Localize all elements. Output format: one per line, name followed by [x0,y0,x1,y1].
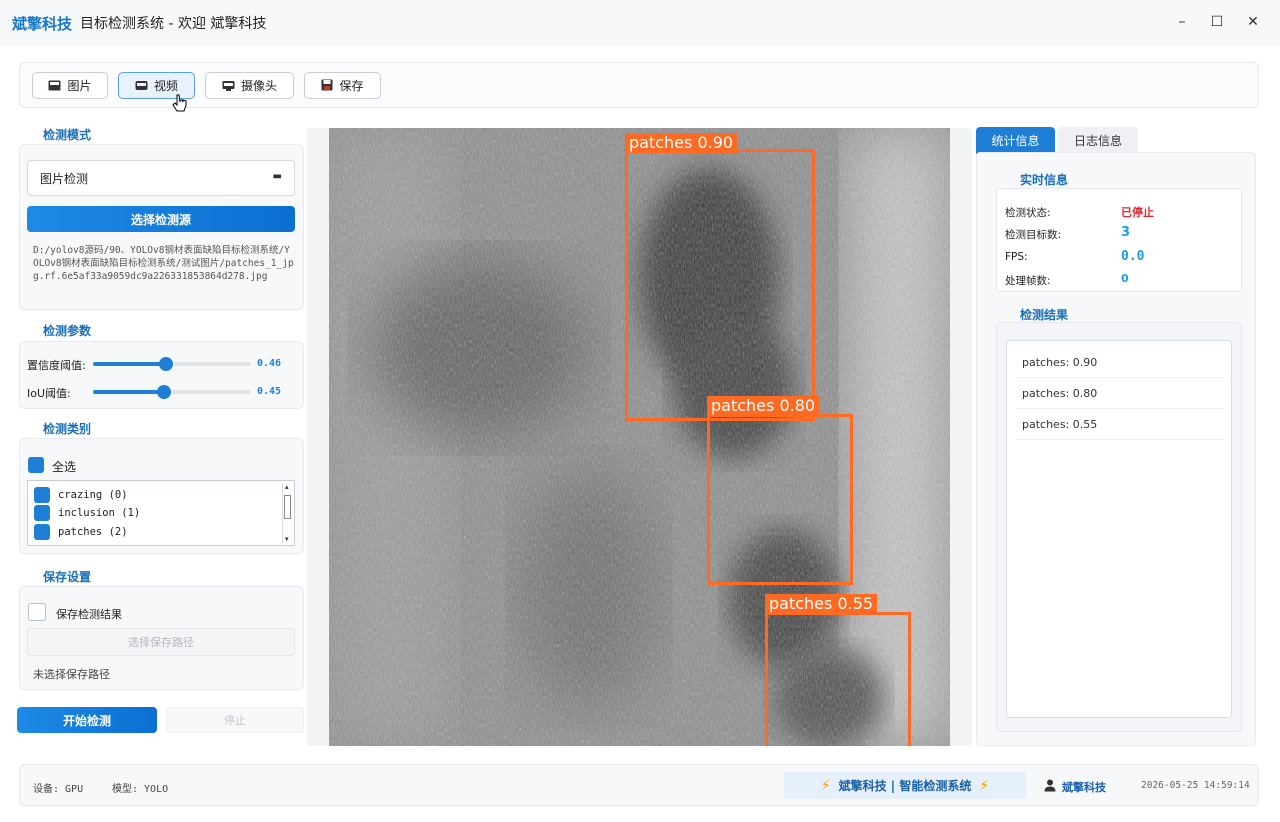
chevron-down-icon: ▬ [272,171,282,182]
list-item[interactable]: patches: 0.90 [1017,347,1225,378]
conf-value: 0.46 [257,358,282,369]
image-icon [48,80,61,90]
detect-mode-title: 检测模式 [43,128,92,142]
image-button[interactable]: 图片 [32,71,108,99]
count-label: 检测目标数: [1005,229,1062,241]
detection-box [765,612,911,746]
class-item-inclusion[interactable]: inclusion (1) [34,505,140,521]
tab-statistics[interactable]: 统计信息 [976,127,1055,154]
minimize-icon: – [1178,14,1186,30]
iou-slider-fill [93,390,165,394]
class-item-label: patches (2) [58,526,128,538]
fps-value: 0.0 [1121,249,1145,264]
params-title: 检测参数 [43,324,92,338]
iou-value: 0.45 [257,386,282,397]
scrollbar-thumb[interactable] [284,495,291,519]
status-label: 检测状态: [1005,207,1051,219]
classes-title: 检测类别 [43,422,92,436]
maximize-icon: ☐ [1210,14,1224,30]
scroll-up-icon[interactable]: ▴ [285,483,289,491]
conf-slider[interactable] [93,357,251,371]
frames-label: 处理帧数: [1005,275,1051,287]
save-settings-title: 保存设置 [43,570,92,584]
save-path-status: 未选择保存路径 [33,668,110,681]
cursor-icon [172,94,187,112]
close-button[interactable]: ✕ [1238,10,1268,34]
iou-slider-handle[interactable] [157,385,172,399]
video-icon [135,80,148,90]
scroll-down-icon[interactable]: ▾ [285,535,289,543]
detection-box [707,414,853,585]
fps-label: FPS: [1005,251,1028,263]
select-all-label: 全选 [52,460,77,474]
title-bar: 斌擎科技 目标检测系统 - 欢迎 斌擎科技 – ☐ ✕ [0,0,1280,46]
video-button-label: 视频 [153,78,178,93]
realtime-card: 检测状态: 已停止 检测目标数: 3 FPS: 0.0 处理帧数: 0 [996,188,1242,292]
results-list[interactable]: patches: 0.90 patches: 0.80 patches: 0.5… [1006,340,1232,718]
device-info: 设备: GPU [33,784,84,795]
save-button[interactable]: 保存 [304,71,381,99]
app-brand: 斌擎科技 [12,14,73,33]
image-button-label: 图片 [67,78,92,93]
brand-banner-text: 斌擎科技 | 智能检测系统 [838,779,972,793]
choose-save-path-button[interactable]: 选择保存路径 [27,628,295,656]
iou-slider[interactable] [93,385,251,399]
class-item-crazing[interactable]: crazing (0) [34,487,128,503]
select-source-button[interactable]: 选择检测源 [27,206,295,232]
camera-button-label: 摄像头 [240,78,277,93]
detection-label: patches 0.90 [625,133,738,153]
detect-mode-value: 图片检测 [40,171,89,186]
class-checkbox[interactable] [34,487,50,503]
lightning-icon: ⚡ [979,777,990,794]
toolbar: 图片 视频 摄像头 保存 [19,62,1259,108]
camera-icon [222,80,235,91]
class-item-label: inclusion (1) [58,507,141,519]
iou-label: IoU阈值: [27,387,71,400]
image-viewport: patches 0.90 patches 0.80 patches 0.55 [307,128,972,746]
class-checkbox[interactable] [34,505,50,521]
save-button-label: 保存 [339,78,364,93]
camera-button[interactable]: 摄像头 [205,71,294,99]
lightning-icon: ⚡ [820,777,831,794]
class-list[interactable]: crazing (0) inclusion (1) patches (2) ▴ … [27,480,295,546]
brand-banner: ⚡ 斌擎科技 | 智能检测系统 ⚡ [784,772,1026,799]
detection-label: patches 0.55 [765,594,878,614]
minimize-button[interactable]: – [1167,10,1197,34]
tab-log[interactable]: 日志信息 [1058,127,1138,154]
realtime-title: 实时信息 [1020,173,1069,187]
class-list-scrollbar[interactable]: ▴ ▾ [282,483,292,543]
detection-box [625,149,815,421]
conf-slider-handle[interactable] [158,357,173,371]
status-value: 已停止 [1121,206,1154,219]
list-item[interactable]: patches: 0.55 [1017,409,1225,440]
results-title: 检测结果 [1020,308,1069,322]
detect-mode-select[interactable]: 图片检测 ▬ [27,160,295,196]
maximize-button[interactable]: ☐ [1202,10,1232,34]
window-title: 目标检测系统 - 欢迎 斌擎科技 [80,16,267,32]
count-value: 3 [1121,225,1131,240]
user-icon [1044,779,1056,792]
class-item-label: crazing (0) [58,489,128,501]
model-info: 模型: YOLO [112,784,169,795]
frames-value: 0 [1121,272,1129,285]
start-detection-button[interactable]: 开始检测 [17,707,157,733]
detection-label: patches 0.80 [707,396,820,416]
datetime: 2026-05-25 14:59:14 [1141,780,1250,791]
list-item[interactable]: patches: 0.80 [1017,378,1225,409]
select-all-checkbox[interactable] [28,457,44,473]
source-path: D:/yolov8源码/90、YOLOv8钢材表面缺陷目标检测系统/YOLOv8… [33,245,294,282]
class-checkbox[interactable] [34,524,50,540]
class-item-patches[interactable]: patches (2) [34,524,128,540]
conf-slider-fill [93,362,166,366]
save-results-label: 保存检测结果 [56,608,122,621]
conf-label: 置信度阈值: [27,359,86,372]
user-name: 斌擎科技 [1062,781,1106,794]
save-results-checkbox[interactable] [28,603,46,621]
floppy-icon [321,79,333,91]
close-icon: ✕ [1247,14,1259,30]
stop-detection-button[interactable]: 停止 [166,707,304,733]
